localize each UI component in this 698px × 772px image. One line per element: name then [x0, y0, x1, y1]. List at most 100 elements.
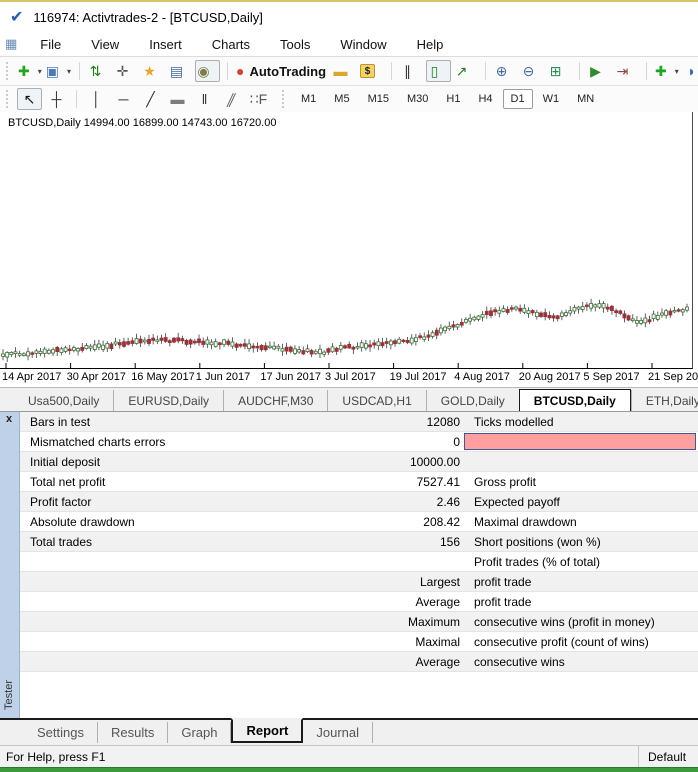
menu-view[interactable]: View: [76, 34, 134, 55]
report-metric-value: 7527.41: [270, 475, 460, 489]
toolbar-icon: ◉: [197, 63, 209, 80]
timeframe-m1[interactable]: M1: [293, 89, 324, 109]
table-row[interactable]: Average consecutive wins: [20, 652, 698, 672]
timeframe-h1[interactable]: H1: [438, 89, 468, 109]
symbol-tab-audchf[interactable]: AUDCHF,M30: [223, 390, 327, 411]
clipped-toolbar-button[interactable]: ◑: [682, 60, 698, 82]
report-metric-value: 10000.00: [270, 455, 460, 469]
table-row[interactable]: Maximum consecutive wins (profit in mone…: [20, 612, 698, 632]
tab-graph[interactable]: Graph: [168, 722, 231, 743]
bar-chart-button[interactable]: ∥: [399, 60, 424, 82]
chart-canvas[interactable]: BTCUSD,Daily 14994.00 16899.00 14743.00 …: [0, 112, 693, 369]
navigator-button[interactable]: ★: [141, 60, 166, 82]
symbol-tab-eth[interactable]: ETH,Daily: [631, 390, 698, 411]
new-order-button[interactable]: ▬: [332, 60, 357, 82]
table-row[interactable]: Bars in test 12080 Ticks modelled: [20, 412, 698, 432]
profiles-button[interactable]: ▣ ▾: [45, 60, 72, 82]
x-axis-label: 20 Aug 2017: [519, 371, 581, 383]
status-profile[interactable]: Default: [638, 746, 698, 767]
chart-window-icon: ▦: [5, 36, 17, 52]
zoom-out-button[interactable]: ⊖: [520, 60, 545, 82]
fibonacci-lines-button[interactable]: ‖: [192, 88, 217, 110]
table-row[interactable]: Absolute drawdown 208.42 Maximal drawdow…: [20, 512, 698, 532]
chart-shift-button[interactable]: ⇥: [614, 60, 639, 82]
vertical-line-button[interactable]: │: [84, 88, 109, 110]
report-secondary-label: consecutive wins: [460, 652, 698, 671]
crosshair-button[interactable]: ┼: [44, 88, 69, 110]
timeframe-h4[interactable]: H4: [470, 89, 500, 109]
channel-button[interactable]: ∥: [219, 88, 244, 110]
cursor-button[interactable]: ↖: [17, 88, 42, 110]
tile-windows-button[interactable]: ⊞: [547, 60, 572, 82]
timeframe-d1[interactable]: D1: [503, 89, 533, 109]
x-axis-label: 30 Apr 2017: [67, 371, 126, 383]
toolbar-icon: ▬: [171, 91, 185, 107]
table-row[interactable]: Profit factor 2.46 Expected payoff: [20, 492, 698, 512]
zoom-in-button[interactable]: ⊕: [493, 60, 518, 82]
x-axis-label: 21 Sep 2017: [648, 371, 698, 383]
report-secondary-text: consecutive profit (count of wins): [474, 635, 649, 649]
strategy-tester-button[interactable]: ◉: [195, 60, 220, 82]
timeframe-m30[interactable]: M30: [399, 89, 436, 109]
indicators-button[interactable]: ✚ ▾: [654, 60, 680, 82]
menu-bar: ▦ File View Insert Charts Tools Window H…: [0, 32, 698, 56]
horizontal-line-button[interactable]: ─: [111, 88, 136, 110]
timeframe-mn[interactable]: MN: [569, 89, 602, 109]
tab-journal[interactable]: Journal: [303, 722, 373, 743]
candlestick-chart-button[interactable]: ▯: [426, 60, 451, 82]
table-row[interactable]: Total trades 156 Short positions (won %): [20, 532, 698, 552]
menu-help[interactable]: Help: [402, 34, 459, 55]
timeframe-m5[interactable]: M5: [326, 89, 357, 109]
tab-results[interactable]: Results: [98, 722, 168, 743]
tab-report[interactable]: Report: [231, 718, 303, 743]
metaeditor-button[interactable]: $: [359, 60, 384, 82]
symbol-tab-eurusd[interactable]: EURUSD,Daily: [113, 390, 223, 411]
auto-scroll-button[interactable]: ▶: [587, 60, 612, 82]
symbol-tab-usa500[interactable]: Usa500,Daily: [14, 390, 113, 411]
toolbar-separator: [485, 62, 486, 80]
x-axis-label: 4 Aug 2017: [454, 371, 510, 383]
tester-panel-label[interactable]: Tester: [3, 680, 15, 710]
symbol-tab-usdcad[interactable]: USDCAD,H1: [327, 390, 425, 411]
report-secondary-label: profit trade: [460, 572, 698, 591]
tab-settings[interactable]: Settings: [24, 722, 98, 743]
fibonacci-retracement-button[interactable]: ∷F: [246, 88, 271, 110]
timeframe-w1[interactable]: W1: [535, 89, 568, 109]
menu-file[interactable]: File: [25, 34, 76, 55]
table-row[interactable]: Average profit trade: [20, 592, 698, 612]
data-window-button[interactable]: ✛: [114, 60, 139, 82]
report-metric-value: Average: [270, 655, 460, 669]
symbol-tab-btcusd[interactable]: BTCUSD,Daily: [519, 389, 631, 412]
timeframe-m15[interactable]: M15: [360, 89, 397, 109]
market-watch-button[interactable]: ⇅: [87, 60, 112, 82]
report-metric-label: Mismatched charts errors: [20, 435, 270, 449]
chevron-down-icon: ▾: [675, 67, 679, 76]
new-chart-button[interactable]: ✚ ▾: [17, 60, 43, 82]
line-chart-button[interactable]: ↗: [453, 60, 478, 82]
symbol-tab-bar: Usa500,Daily EURUSD,Daily AUDCHF,M30 USD…: [0, 387, 698, 411]
menu-window[interactable]: Window: [325, 34, 401, 55]
rectangle-button[interactable]: ▬: [165, 88, 190, 110]
table-row[interactable]: Maximal consecutive profit (count of win…: [20, 632, 698, 652]
table-row[interactable]: Profit trades (% of total): [20, 552, 698, 572]
toolbar-icon: ▤: [170, 63, 183, 80]
toolbar-icon: ▶: [590, 63, 601, 80]
autotrading-button[interactable]: ● AutoTrading: [235, 60, 330, 82]
terminal-button[interactable]: ▤: [168, 60, 193, 82]
table-row[interactable]: Largest profit trade: [20, 572, 698, 592]
table-row[interactable]: Initial deposit 10000.00: [20, 452, 698, 472]
toolbar-icon: ●: [236, 63, 244, 79]
x-axis-label: 16 May 2017: [131, 371, 195, 383]
status-bar: For Help, press F1 Default: [0, 745, 698, 767]
menu-tools[interactable]: Tools: [265, 34, 325, 55]
menu-charts[interactable]: Charts: [197, 34, 265, 55]
report-secondary-text: consecutive wins: [474, 655, 565, 669]
table-row[interactable]: Total net profit 7527.41 Gross profit: [20, 472, 698, 492]
symbol-tab-gold[interactable]: GOLD,Daily: [426, 390, 519, 411]
menu-insert[interactable]: Insert: [134, 34, 197, 55]
close-icon[interactable]: x: [6, 413, 12, 425]
highlight-cell: [464, 433, 696, 450]
report-metric-value: Largest: [270, 575, 460, 589]
trendline-button[interactable]: ╱: [138, 88, 163, 110]
table-row[interactable]: Mismatched charts errors 0: [20, 432, 698, 452]
